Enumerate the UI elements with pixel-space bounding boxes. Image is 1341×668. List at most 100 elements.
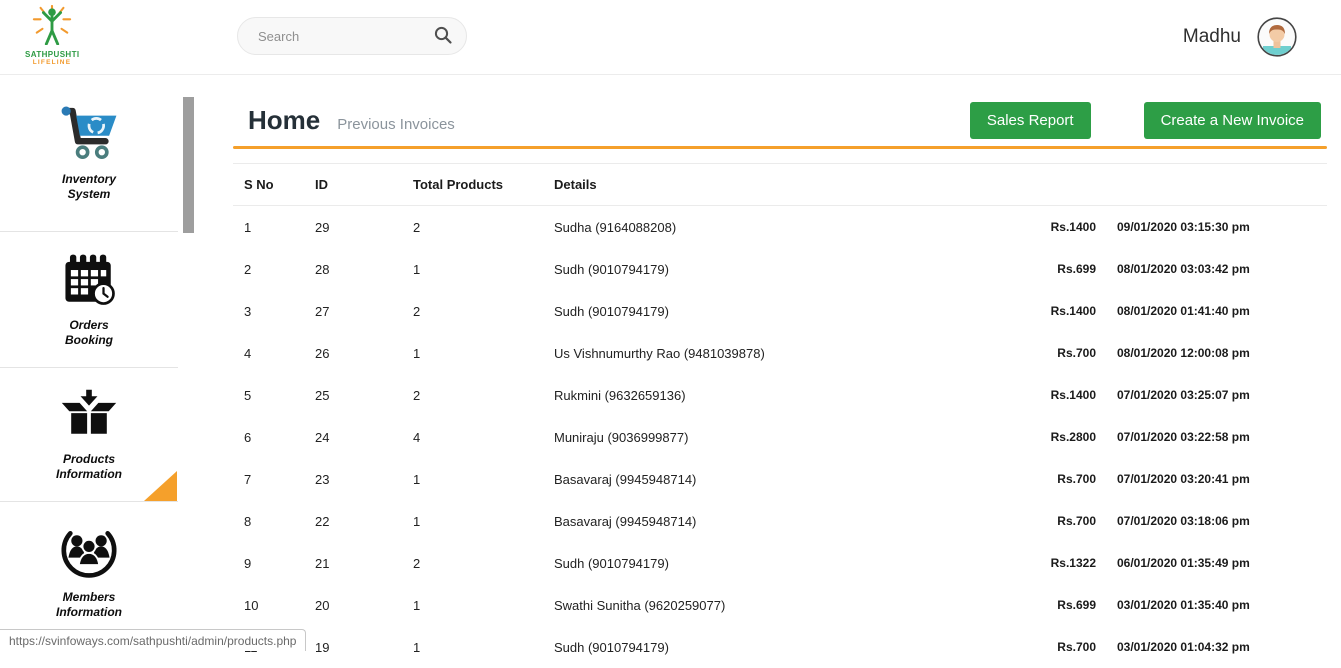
cell-sno: 9: [233, 556, 315, 571]
cell-amount: Rs.1322: [996, 556, 1096, 570]
cell-datetime: 08/01/2020 03:03:42 pm: [1117, 262, 1327, 276]
cell-total-products: 1: [413, 262, 554, 277]
cell-total-products: 2: [413, 388, 554, 403]
cell-datetime: 08/01/2020 12:00:08 pm: [1117, 346, 1327, 360]
cell-sno: 6: [233, 430, 315, 445]
app-logo[interactable]: SATHPUSHTI LIFELINE: [25, 5, 79, 67]
sidebar-scrollbar-thumb[interactable]: [183, 97, 194, 233]
sidebar-item-label: Products Information: [56, 452, 122, 482]
cell-id: 23: [315, 472, 413, 487]
sidebar: Inventory System Orders Boo: [0, 75, 210, 651]
cell-details: Us Vishnumurthy Rao (9481039878): [554, 346, 996, 361]
cell-id: 22: [315, 514, 413, 529]
cell-total-products: 1: [413, 598, 554, 613]
create-new-invoice-button[interactable]: Create a New Invoice: [1144, 102, 1321, 139]
cell-total-products: 1: [413, 346, 554, 361]
table-row[interactable]: 7 23 1 Basavaraj (9945948714) Rs.700 07/…: [233, 458, 1327, 500]
table-row[interactable]: 9 21 2 Sudh (9010794179) Rs.1322 06/01/2…: [233, 542, 1327, 584]
sales-report-button[interactable]: Sales Report: [970, 102, 1091, 139]
table-row[interactable]: 4 26 1 Us Vishnumurthy Rao (9481039878) …: [233, 332, 1327, 374]
logo-person-rays-icon: [29, 32, 75, 49]
cell-datetime: 07/01/2020 03:25:07 pm: [1117, 388, 1327, 402]
cell-amount: Rs.699: [996, 598, 1096, 612]
cell-details: Sudh (9010794179): [554, 556, 996, 571]
sidebar-item-members-information[interactable]: Members Information: [0, 502, 178, 642]
cell-datetime: 07/01/2020 03:18:06 pm: [1117, 514, 1327, 528]
cell-sno: 8: [233, 514, 315, 529]
cell-total-products: 1: [413, 472, 554, 487]
sidebar-item-orders-booking[interactable]: Orders Booking: [0, 232, 178, 368]
cell-id: 20: [315, 598, 413, 613]
cell-amount: Rs.1400: [996, 304, 1096, 318]
user-name[interactable]: Madhu: [1183, 26, 1241, 48]
column-header-details: Details: [554, 177, 1327, 192]
cell-details: Basavaraj (9945948714): [554, 472, 996, 487]
cell-details: Rukmini (9632659136): [554, 388, 996, 403]
products-box-icon: [59, 388, 119, 447]
cell-datetime: 08/01/2020 01:41:40 pm: [1117, 304, 1327, 318]
column-header-total-products: Total Products: [413, 177, 554, 192]
logo-text-secondary: LIFELINE: [25, 59, 79, 67]
cell-details: Sudha (9164088208): [554, 220, 996, 235]
search-bar: [237, 17, 467, 55]
search-icon: [433, 25, 453, 48]
cell-sno: 5: [233, 388, 315, 403]
cell-total-products: 1: [413, 640, 554, 655]
cell-datetime: 06/01/2020 01:35:49 pm: [1117, 556, 1327, 570]
cell-total-products: 2: [413, 304, 554, 319]
invoice-table-header: S No ID Total Products Details: [233, 164, 1327, 206]
table-row[interactable]: 11 19 1 Sudh (9010794179) Rs.700 03/01/2…: [233, 626, 1327, 668]
cell-amount: Rs.1400: [996, 388, 1096, 402]
cell-id: 21: [315, 556, 413, 571]
sidebar-item-label: Orders Booking: [65, 318, 113, 348]
table-row[interactable]: 8 22 1 Basavaraj (9945948714) Rs.700 07/…: [233, 500, 1327, 542]
table-row[interactable]: 2 28 1 Sudh (9010794179) Rs.699 08/01/20…: [233, 248, 1327, 290]
sidebar-item-label: Inventory System: [62, 172, 116, 202]
logo-text-primary: SATHPUSHTI: [25, 50, 79, 59]
members-people-icon: [59, 524, 119, 585]
browser-status-url: https://svinfoways.com/sathpushti/admin/…: [0, 629, 306, 651]
table-row[interactable]: 6 24 4 Muniraju (9036999877) Rs.2800 07/…: [233, 416, 1327, 458]
cell-amount: Rs.2800: [996, 430, 1096, 444]
page-header: Home Previous Invoices Sales Report Crea…: [233, 101, 1327, 139]
page-subtitle: Previous Invoices: [337, 116, 455, 133]
sidebar-item-products-information[interactable]: Products Information: [0, 368, 178, 502]
cell-id: 26: [315, 346, 413, 361]
table-row[interactable]: 1 29 2 Sudha (9164088208) Rs.1400 09/01/…: [233, 206, 1327, 248]
cell-sno: 10: [233, 598, 315, 613]
cell-sno: 2: [233, 262, 315, 277]
cell-amount: Rs.700: [996, 640, 1096, 654]
user-menu: Madhu: [1183, 12, 1297, 62]
invoice-table-body: 1 29 2 Sudha (9164088208) Rs.1400 09/01/…: [233, 206, 1327, 668]
table-row[interactable]: 3 27 2 Sudh (9010794179) Rs.1400 08/01/2…: [233, 290, 1327, 332]
column-header-id: ID: [315, 177, 413, 192]
cell-amount: Rs.699: [996, 262, 1096, 276]
cell-details: Sudh (9010794179): [554, 640, 996, 655]
cell-datetime: 09/01/2020 03:15:30 pm: [1117, 220, 1327, 234]
topbar: SATHPUSHTI LIFELINE Madhu: [0, 0, 1341, 75]
main-content: Home Previous Invoices Sales Report Crea…: [233, 75, 1327, 651]
table-row[interactable]: 5 25 2 Rukmini (9632659136) Rs.1400 07/0…: [233, 374, 1327, 416]
cell-datetime: 03/01/2020 01:35:40 pm: [1117, 598, 1327, 612]
cell-total-products: 4: [413, 430, 554, 445]
cell-id: 19: [315, 640, 413, 655]
page-title: Home: [248, 105, 320, 136]
sidebar-item-inventory-system[interactable]: Inventory System: [0, 75, 178, 232]
cell-details: Basavaraj (9945948714): [554, 514, 996, 529]
cell-details: Sudh (9010794179): [554, 304, 996, 319]
cell-id: 29: [315, 220, 413, 235]
cell-total-products: 2: [413, 556, 554, 571]
search-button[interactable]: [433, 25, 453, 48]
cell-sno: 4: [233, 346, 315, 361]
cell-amount: Rs.700: [996, 514, 1096, 528]
cell-datetime: 07/01/2020 03:20:41 pm: [1117, 472, 1327, 486]
user-avatar[interactable]: [1257, 17, 1297, 57]
cell-id: 27: [315, 304, 413, 319]
cell-sno: 3: [233, 304, 315, 319]
cell-total-products: 2: [413, 220, 554, 235]
cell-details: Swathi Sunitha (9620259077): [554, 598, 996, 613]
cell-sno: 7: [233, 472, 315, 487]
active-item-indicator-triangle: [144, 471, 177, 501]
search-input[interactable]: [256, 28, 433, 45]
table-row[interactable]: 10 20 1 Swathi Sunitha (9620259077) Rs.6…: [233, 584, 1327, 626]
